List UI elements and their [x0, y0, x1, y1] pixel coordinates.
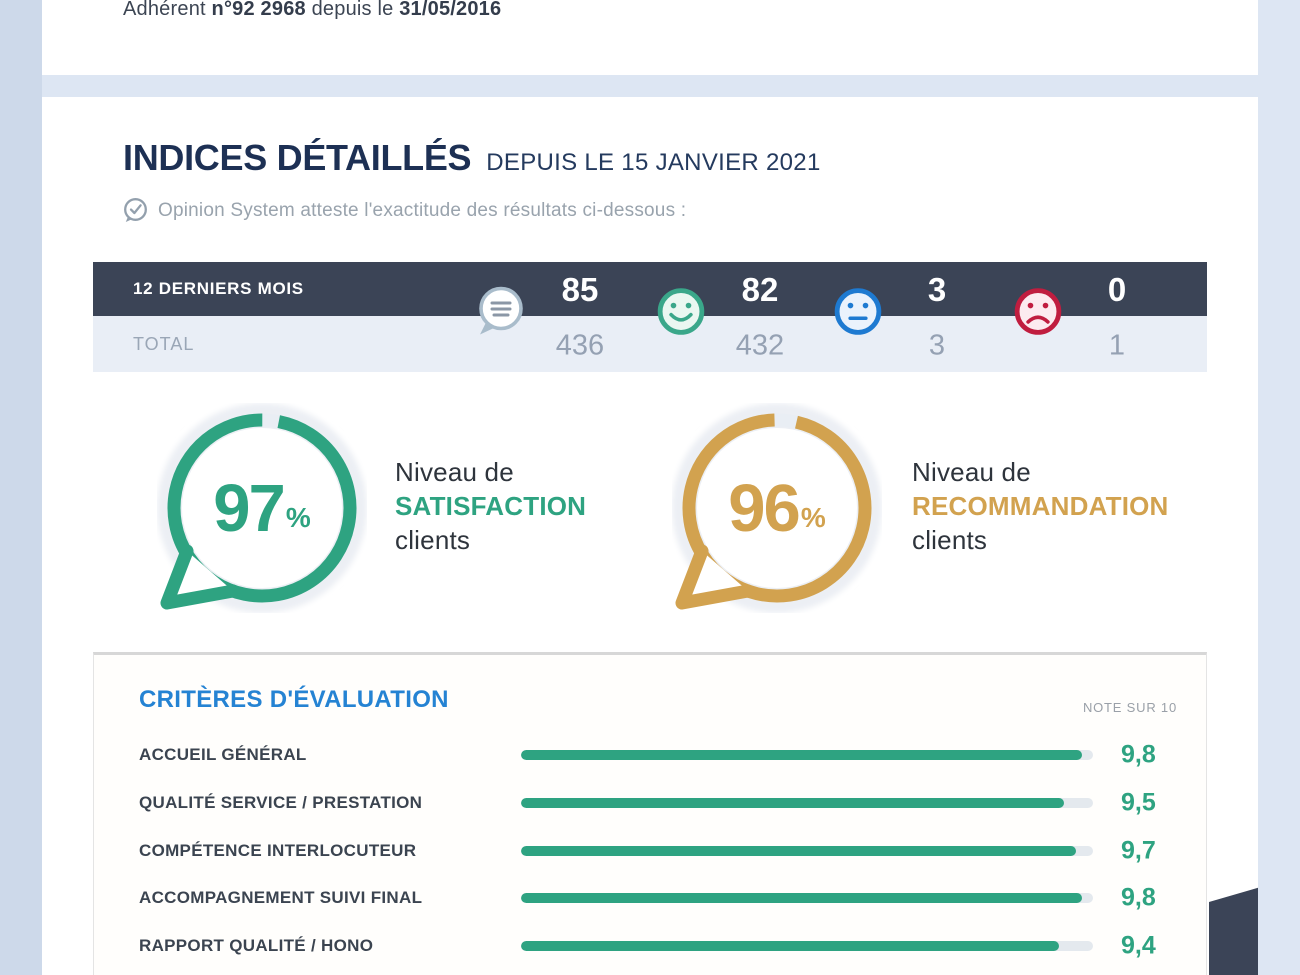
total-value: 3 [929, 330, 945, 363]
criteria-label: ACCUEIL GÉNÉRAL [139, 745, 307, 765]
criteria-bar-track [521, 941, 1093, 951]
neutral-face-icon [834, 288, 882, 341]
criteria-row: QUALITÉ SERVICE / PRESTATION 9,5 [94, 788, 1206, 818]
criteria-bar-track [521, 750, 1093, 760]
caption-line3: clients [912, 523, 1169, 557]
criteria-score: 9,4 [1121, 932, 1156, 961]
criteria-scale-note: NOTE SUR 10 [1083, 700, 1177, 715]
indices-card: INDICES DÉTAILLÉS DEPUIS LE 15 JANVIER 2… [42, 97, 1258, 975]
reviews-table: 12 DERNIERS MOIS TOTAL 85 436 82 432 3 3 0 1 [93, 262, 1207, 372]
criteria-label: ACCOMPAGNEMENT SUIVI FINAL [139, 888, 422, 908]
caption-line1: Niveau de [912, 455, 1169, 489]
criteria-score: 9,8 [1121, 884, 1156, 913]
last-12-months-value: 0 [1108, 271, 1126, 309]
verified-check-icon [122, 197, 149, 224]
member-date: 31/05/2016 [399, 0, 501, 20]
last-12-months-value: 85 [562, 271, 599, 309]
criteria-row: ACCUEIL GÉNÉRAL 9,8 [94, 740, 1206, 770]
page-title: INDICES DÉTAILLÉS [123, 137, 471, 179]
last-12-months-label: 12 DERNIERS MOIS [133, 262, 304, 316]
criteria-bar-fill [521, 941, 1059, 951]
satisfaction-gauge-caption: Niveau de SATISFACTION clients [395, 455, 586, 557]
satisfaction-gauge-value: 97% [157, 403, 367, 613]
happy-face-icon [657, 288, 705, 341]
total-value: 436 [556, 330, 604, 363]
criteria-score: 9,7 [1121, 836, 1156, 865]
member-card: Adhérent n°92 2968 depuis le 31/05/2016 [42, 0, 1258, 75]
criteria-label: QUALITÉ SERVICE / PRESTATION [139, 793, 422, 813]
section-heading: INDICES DÉTAILLÉS DEPUIS LE 15 JANVIER 2… [123, 137, 821, 179]
criteria-box: CRITÈRES D'ÉVALUATION NOTE SUR 10 ACCUEI… [93, 652, 1207, 975]
member-line: Adhérent n°92 2968 depuis le 31/05/2016 [123, 0, 501, 21]
caption-line1: Niveau de [395, 455, 586, 489]
speech-bubble-icon [473, 285, 527, 344]
total-label: TOTAL [133, 316, 194, 372]
criteria-row: RAPPORT QUALITÉ / HONO 9,4 [94, 931, 1206, 961]
caption-line2: RECOMMANDATION [912, 489, 1169, 523]
criteria-bar-track [521, 798, 1093, 808]
attestation-text: Opinion System atteste l'exactitude des … [158, 200, 686, 222]
recommendation-gauge: 96% [672, 403, 882, 613]
caption-line3: clients [395, 523, 586, 557]
criteria-bar-fill [521, 750, 1082, 760]
criteria-row: ACCOMPAGNEMENT SUIVI FINAL 9,8 [94, 883, 1206, 913]
last-12-months-value: 3 [928, 271, 946, 309]
last-12-months-value: 82 [742, 271, 779, 309]
criteria-bar-fill [521, 798, 1064, 808]
criteria-score: 9,8 [1121, 741, 1156, 770]
criteria-title: CRITÈRES D'ÉVALUATION [139, 686, 449, 714]
criteria-bar-fill [521, 846, 1076, 856]
page-subtitle: DEPUIS LE 15 JANVIER 2021 [486, 149, 820, 177]
caption-line2: SATISFACTION [395, 489, 586, 523]
attestation-line: Opinion System atteste l'exactitude des … [122, 197, 686, 224]
criteria-bar-fill [521, 893, 1082, 903]
criteria-row: COMPÉTENCE INTERLOCUTEUR 9,7 [94, 836, 1206, 866]
criteria-label: COMPÉTENCE INTERLOCUTEUR [139, 841, 416, 861]
criteria-label: RAPPORT QUALITÉ / HONO [139, 936, 373, 956]
recommendation-gauge-value: 96% [672, 403, 882, 613]
criteria-bar-track [521, 846, 1093, 856]
total-value: 432 [736, 330, 784, 363]
total-value: 1 [1109, 330, 1125, 363]
sad-face-icon [1014, 288, 1062, 341]
page-left-margin [0, 0, 42, 975]
satisfaction-gauge: 97% [157, 403, 367, 613]
recommendation-gauge-caption: Niveau de RECOMMANDATION clients [912, 455, 1169, 557]
member-prefix: Adhérent [123, 0, 212, 20]
member-number: n°92 2968 [212, 0, 306, 20]
criteria-bar-track [521, 893, 1093, 903]
criteria-score: 9,5 [1121, 788, 1156, 817]
member-middle: depuis le [306, 0, 399, 20]
